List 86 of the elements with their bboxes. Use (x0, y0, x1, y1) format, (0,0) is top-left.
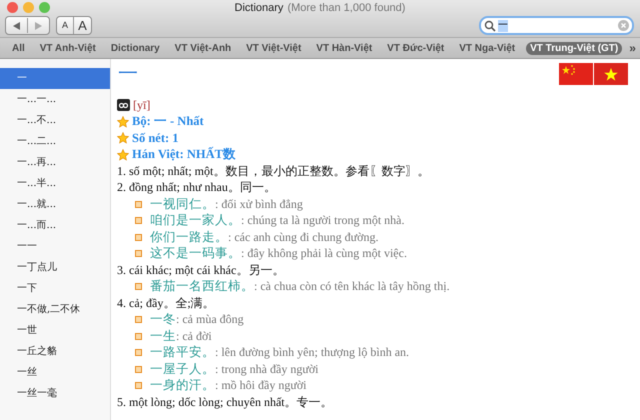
example-chinese: 这不是一码事。 (150, 245, 241, 262)
word-list-item[interactable]: 一...一... (0, 89, 110, 110)
dictionary-tab[interactable]: VT Việt-Anh (170, 42, 236, 54)
word-list-item[interactable]: 一丘之貉 (0, 341, 110, 362)
search-icon (484, 20, 496, 32)
star-icon (117, 116, 129, 128)
bullet-icon (135, 234, 142, 241)
close-window-button[interactable] (7, 2, 18, 13)
word-list-item[interactable]: 一世 (0, 320, 110, 341)
example-chinese: 咱们是一家人。 (150, 212, 241, 230)
example-translation: : cả đời (176, 328, 212, 344)
example-chinese: 一屋子人。 (150, 360, 215, 378)
window-title: Dictionary (234, 2, 284, 14)
definition: 3. cái khác; một cái khác。另一。 (117, 262, 284, 279)
word-list-item[interactable]: 一丝一毫 (0, 383, 110, 404)
example-translation: : trong nhà đầy người (215, 362, 318, 377)
dictionary-tab[interactable]: VT Nga-Việt (455, 42, 520, 54)
word-list-item[interactable]: 一...半... (0, 173, 110, 194)
example-translation: : chúng ta là người trong một nhà. (241, 213, 404, 228)
zoom-window-button[interactable] (39, 2, 50, 13)
star-icon (117, 148, 129, 161)
navigation-buttons[interactable] (5, 16, 50, 35)
definition: 4. cả; đầy。全;满。 (117, 294, 215, 312)
example-translation: : các anh cùng đi chung đường. (228, 230, 378, 245)
example-translation: : cả mùa đông (176, 312, 244, 328)
bullet-icon (135, 250, 142, 258)
example-chinese: 一视同仁。 (150, 196, 215, 213)
bullet-icon (135, 316, 142, 324)
example-chinese: 你们一路走。 (150, 228, 228, 246)
clear-icon[interactable] (618, 20, 629, 31)
pinyin: [yī] (133, 98, 150, 113)
example-chinese: 一身的汗。 (150, 377, 215, 394)
word-list-item[interactable]: 一...不... (0, 110, 110, 131)
dictionary-tab[interactable]: VT Trung-Việt (GT) (526, 42, 622, 54)
vietnam-flag-icon (594, 63, 628, 85)
example-chinese: 一路平安。 (150, 344, 215, 362)
word-list-item[interactable]: 一丁点儿 (0, 257, 110, 278)
example-translation: : lên đường bình yên; thượng lộ bình an. (215, 345, 410, 360)
dictionary-tab[interactable]: VT Anh-Việt (36, 42, 100, 54)
example-translation: : đây không phải là cùng một việc. (241, 246, 407, 262)
example-translation: : mồ hôi đầy người (215, 378, 307, 394)
word-list-item[interactable]: 一不做,二不休 (0, 299, 110, 320)
example-translation: : đối xử bình đẳng (215, 196, 303, 212)
forward-arrow-icon[interactable] (33, 20, 44, 30)
search-field[interactable]: 一 (479, 16, 634, 35)
example-chinese: 一冬 (150, 311, 176, 328)
back-arrow-icon[interactable] (11, 20, 22, 30)
search-text: 一 (498, 20, 508, 32)
word-list-item[interactable]: 一 (0, 68, 110, 89)
smaller-font-button[interactable]: A (57, 17, 74, 34)
pronunciation-icon (117, 99, 130, 112)
example-translation: : cà chua còn có tên khác là tây hồng thị. (254, 279, 450, 294)
dictionary-tab[interactable]: VT Hàn-Việt (312, 42, 376, 54)
word-list-item[interactable]: 一一 (0, 236, 110, 257)
bullet-icon (135, 283, 142, 290)
entry-fact: Bộ: 一 - Nhất (132, 113, 204, 130)
bullet-icon (135, 366, 142, 373)
entry-fact: Hán Việt: NHẤT数 (132, 146, 236, 164)
word-list-item[interactable]: 一...就... (0, 194, 110, 215)
word-list-item[interactable]: 一...二... (0, 131, 110, 152)
word-list-item[interactable]: 一...而... (0, 215, 110, 236)
star-icon (117, 132, 129, 144)
example-chinese: 一生 (150, 328, 176, 345)
dictionary-tab[interactable]: All (8, 42, 29, 54)
bullet-icon (135, 200, 142, 208)
word-list-item[interactable]: 一...再... (0, 152, 110, 173)
bullet-icon (135, 217, 142, 224)
headword: 一 (117, 62, 138, 87)
definition: 2. đồng nhất; như nhau。同一。 (117, 179, 276, 196)
more-tabs-button[interactable]: » (629, 41, 636, 55)
word-list-item[interactable]: 一丝 (0, 362, 110, 383)
bullet-icon (135, 349, 142, 356)
dictionary-tab[interactable]: VT Đức-Việt (383, 42, 448, 54)
word-list-item[interactable]: 一下 (0, 278, 110, 299)
bullet-icon (135, 332, 142, 340)
definition: 5. một lòng; dốc lòng; chuyên nhất。专一。 (117, 394, 333, 411)
result-count: (More than 1,000 found) (287, 2, 406, 14)
dictionary-tab[interactable]: VT Việt-Việt (242, 42, 306, 54)
minimize-window-button[interactable] (23, 2, 34, 13)
china-flag-icon (559, 63, 593, 85)
bullet-icon (135, 382, 142, 390)
entry-fact: Số nét: 1 (132, 130, 179, 146)
larger-font-button[interactable]: A (74, 17, 91, 34)
dictionary-tab[interactable]: Dictionary (106, 42, 164, 54)
example-chinese: 番茄一名西红柿。 (150, 278, 254, 296)
definition: 1. số một; nhất; một。数目，最小的正整数。参看〖数字〗。 (117, 162, 430, 180)
